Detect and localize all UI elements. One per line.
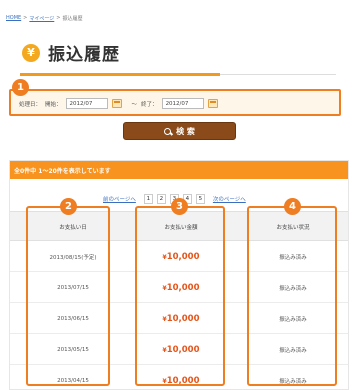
page-5-button[interactable]: 5 [195, 194, 205, 204]
amount-value: 10,000 [166, 282, 200, 293]
search-form: 処理日： 開始： 2012/07 ～ 終了： 2012/07 [9, 89, 341, 116]
amount-value: 10,000 [166, 251, 200, 262]
breadcrumb-home-link[interactable]: HOME [6, 15, 21, 22]
processing-date-label: 処理日： [19, 101, 42, 108]
end-date-input[interactable]: 2012/07 [161, 98, 204, 109]
title-underline-rest [220, 74, 336, 75]
payment-amount: ¥10,000 [136, 272, 226, 303]
page-2-button[interactable]: 2 [156, 194, 166, 204]
calendar-icon[interactable] [111, 99, 122, 108]
payment-history-page: HOME > マイページ > 振込履歴 ¥ 振込履歴 処理日： 開始： 2012… [0, 0, 360, 390]
payment-status: 振込み済み [279, 285, 307, 292]
payment-amount: ¥10,000 [136, 334, 226, 365]
breadcrumb: HOME > マイページ > 振込履歴 [6, 15, 83, 22]
start-date-input[interactable]: 2012/07 [65, 98, 108, 109]
payment-amount: ¥10,000 [136, 303, 226, 334]
payment-status: 振込み済み [279, 347, 307, 354]
amount-value: 10,000 [166, 313, 200, 324]
callout-marker-4: 4 [284, 198, 301, 215]
payment-amount: ¥10,000 [136, 241, 226, 272]
page-title-row: ¥ 振込履歴 [22, 40, 120, 65]
payment-date: 2013/07/15 [57, 284, 89, 291]
table-row: 2013/08/15(予定) ¥10,000 振込み済み [10, 241, 348, 272]
callout-marker-3: 3 [171, 198, 188, 215]
amount-value: 10,000 [166, 344, 200, 355]
page-title: 振込履歴 [48, 45, 120, 65]
table-row: 2013/05/15 ¥10,000 振込み済み [10, 334, 348, 365]
prev-page-link[interactable]: 前のページへ [103, 195, 136, 203]
breadcrumb-current: 振込履歴 [62, 16, 83, 22]
range-separator: ～ [131, 101, 138, 108]
column-header-payment-amount: お支払い金額 [164, 225, 198, 231]
payment-status: 振込み済み [279, 378, 307, 385]
amount-value: 10,000 [166, 375, 200, 386]
table-row: 2013/06/15 ¥10,000 振込み済み [10, 303, 348, 334]
column-header-payment-status: お支払い状況 [276, 225, 310, 231]
table-row: 2013/07/15 ¥10,000 振込み済み [10, 272, 348, 303]
table-header: お支払い日 お支払い金額 お支払い状況 [10, 211, 348, 241]
end-label: 終了： [141, 101, 158, 108]
breadcrumb-separator: > [56, 15, 61, 21]
payment-date: 2013/05/15 [57, 346, 89, 353]
search-icon [164, 127, 172, 135]
payment-status: 振込み済み [279, 254, 307, 261]
payment-date: 2013/06/15 [57, 315, 89, 322]
next-page-link[interactable]: 次のページへ [213, 195, 246, 203]
breadcrumb-separator: > [23, 15, 28, 21]
search-button[interactable]: 検 索 [123, 122, 236, 140]
payment-status: 振込み済み [279, 316, 307, 323]
payment-date: 2013/04/15 [57, 377, 89, 384]
callout-marker-2: 2 [60, 198, 77, 215]
calendar-icon[interactable] [207, 99, 218, 108]
yen-icon: ¥ [22, 43, 40, 62]
search-button-label: 検 索 [176, 126, 195, 136]
payment-date: 2013/08/15(予定) [49, 254, 97, 261]
page-1-button[interactable]: 1 [143, 194, 153, 204]
title-underline [20, 73, 220, 76]
results-summary: 全0件中 1～20件を表示しています [10, 161, 348, 179]
results-panel: 全0件中 1～20件を表示しています 前のページへ 1 2 3 4 5 次のペー… [9, 160, 349, 390]
callout-marker-1: 1 [12, 79, 29, 96]
payment-amount: ¥10,000 [136, 365, 226, 390]
table-row: 2013/04/15 ¥10,000 振込み済み [10, 365, 348, 390]
start-label: 開始： [45, 101, 62, 108]
search-fields: 処理日： 開始： 2012/07 ～ 終了： 2012/07 [19, 98, 224, 109]
column-header-payment-date: お支払い日 [59, 225, 87, 231]
breadcrumb-mypage-link[interactable]: マイページ [29, 15, 54, 22]
